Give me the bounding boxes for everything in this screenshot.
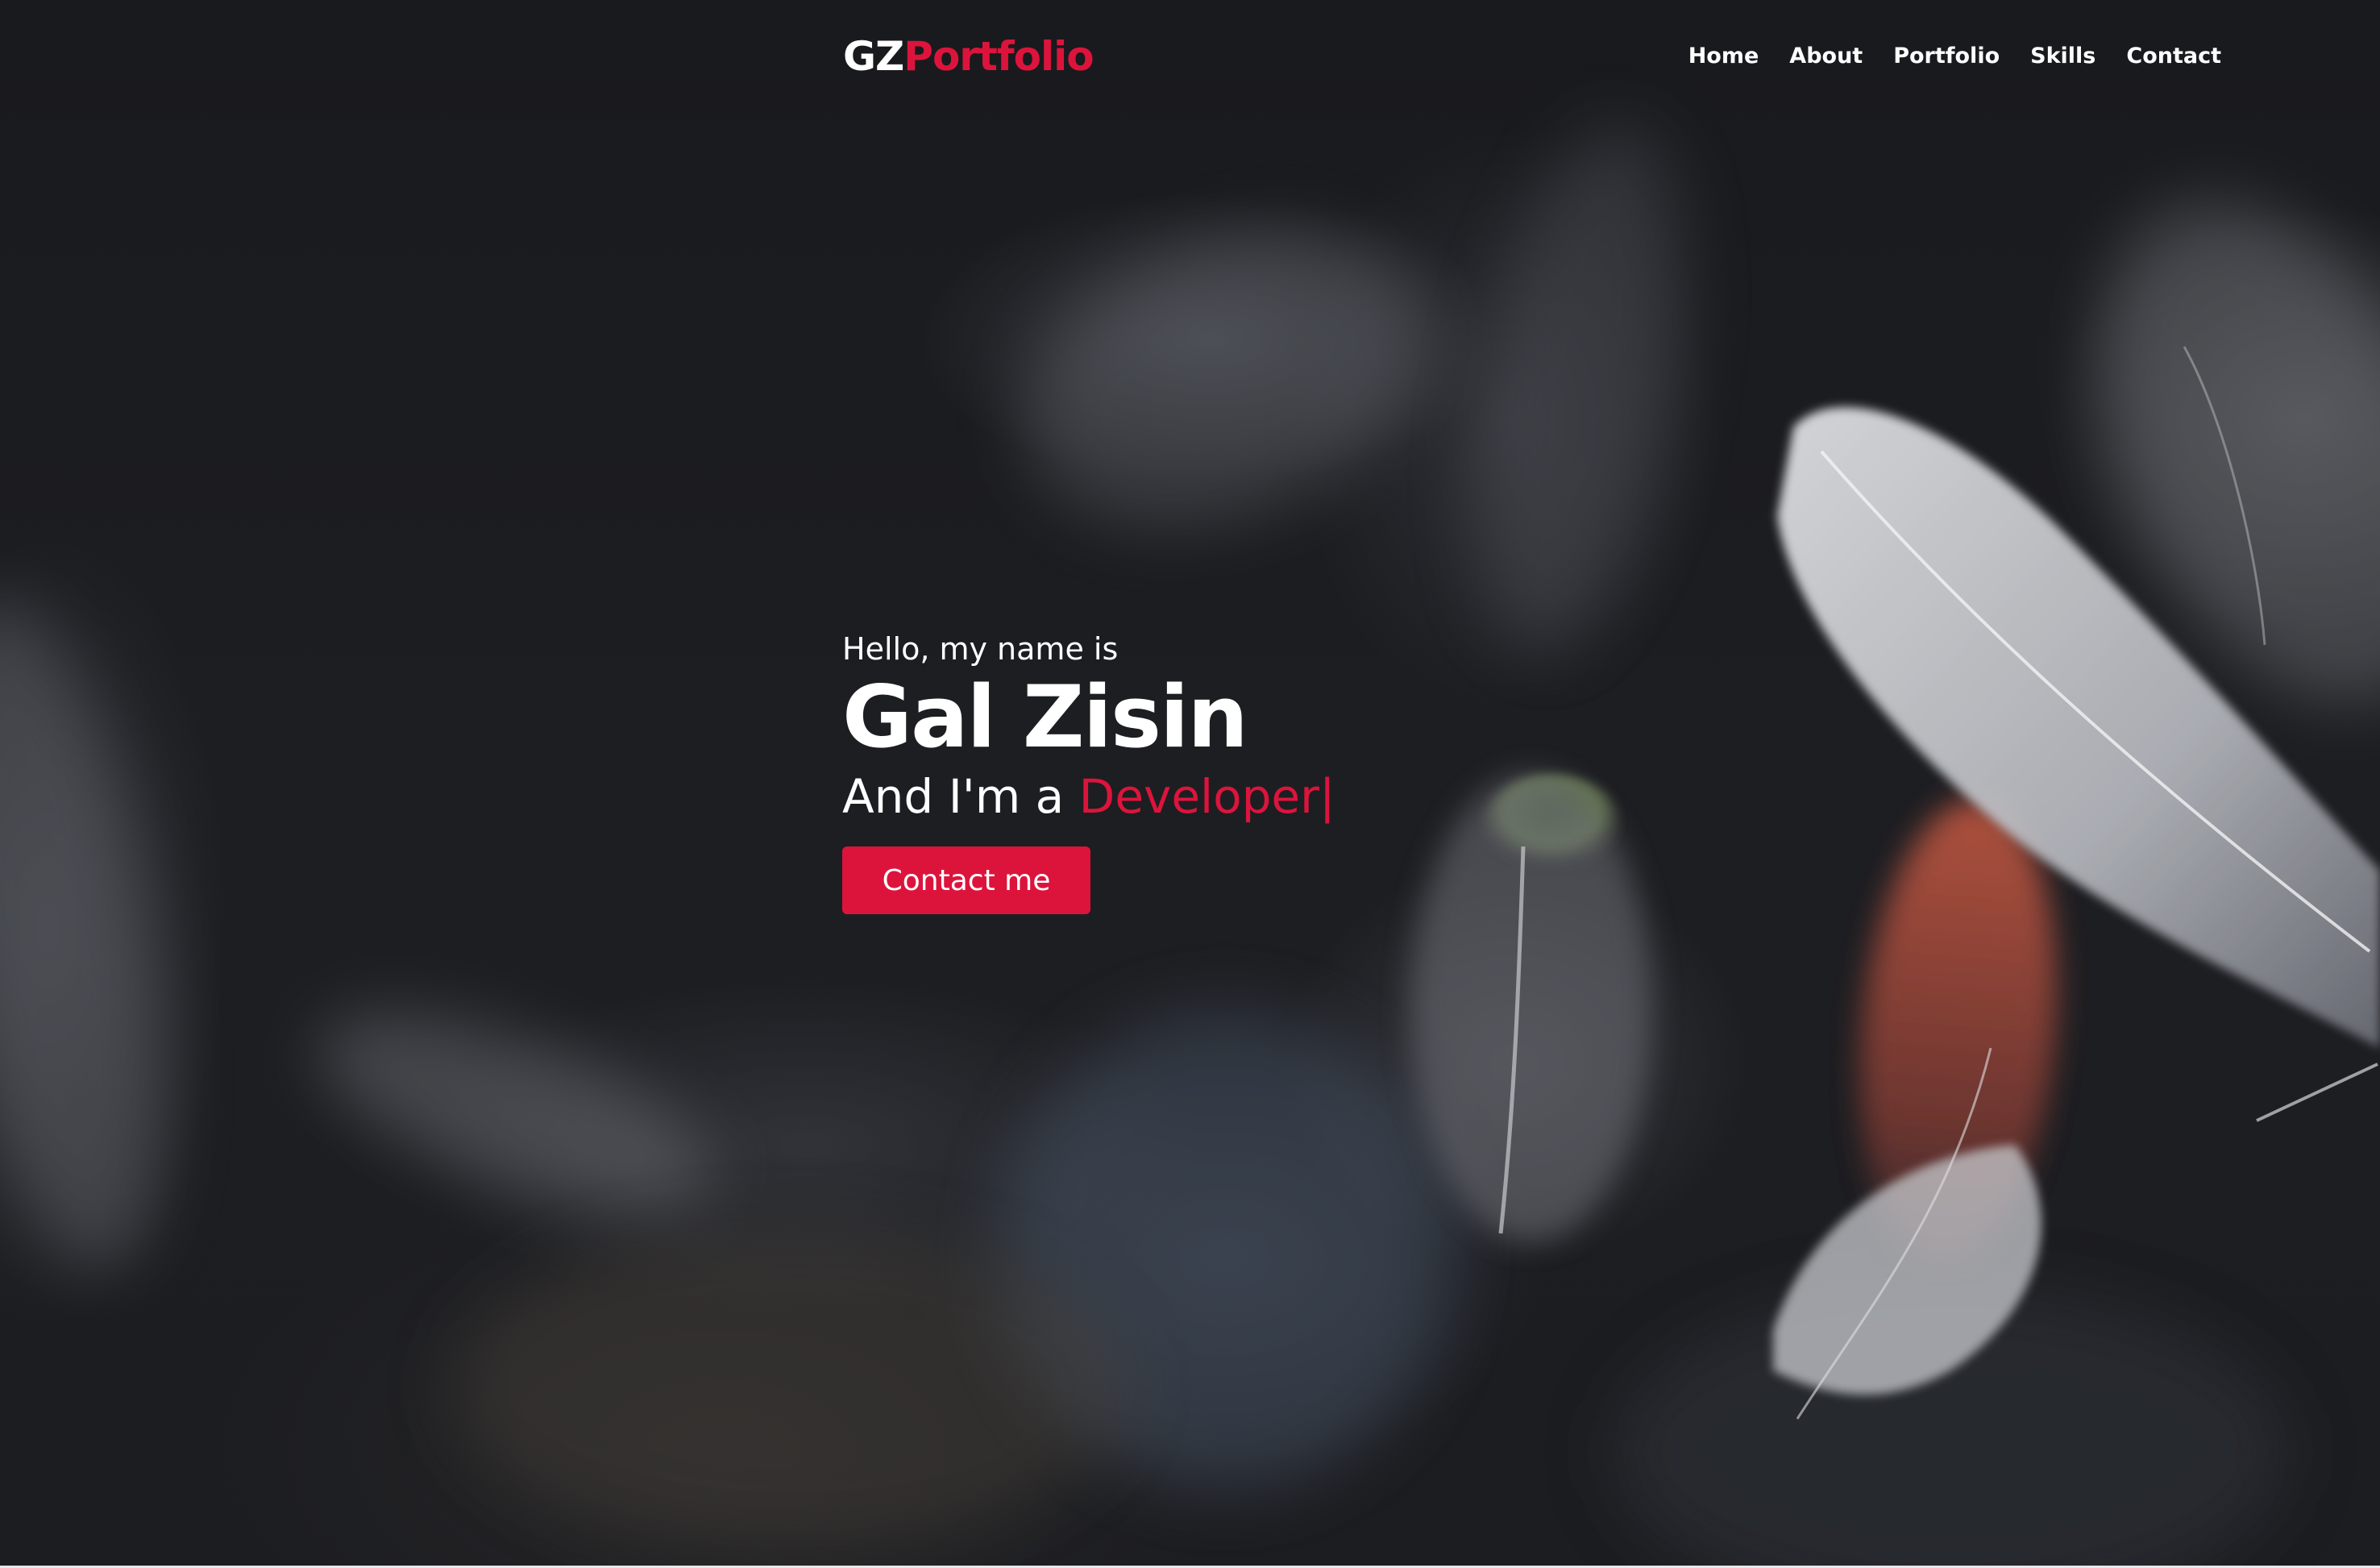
- nav-link-skills[interactable]: Skills: [2030, 42, 2095, 71]
- hero-role-typed: Developer|: [1078, 769, 1335, 824]
- logo-prefix: GZ: [843, 33, 904, 80]
- hero-name: Gal Zisin: [842, 668, 1248, 767]
- nav-link-contact[interactable]: Contact: [2126, 42, 2221, 71]
- hero-role-prefix: And I'm a: [842, 769, 1079, 824]
- contact-me-button[interactable]: Contact me: [842, 846, 1090, 914]
- nav-link-portfolio[interactable]: Portfolio: [1893, 42, 2000, 71]
- site-logo[interactable]: GZPortfolio: [843, 32, 1094, 81]
- hero-role: And I'm a Developer|: [842, 766, 1648, 827]
- hero-section: Hello, my name is Gal Zisin And I'm a De…: [842, 629, 1648, 914]
- hero-greeting: Hello, my name is: [842, 631, 1119, 667]
- nav-link-about[interactable]: About: [1789, 42, 1863, 71]
- logo-suffix: Portfolio: [903, 33, 1094, 80]
- top-navbar: GZPortfolio Home About Portfolio Skills …: [843, 26, 2221, 89]
- nav-link-home[interactable]: Home: [1688, 42, 1759, 71]
- nav-links: Home About Portfolio Skills Contact: [1688, 42, 2221, 71]
- page: GZPortfolio Home About Portfolio Skills …: [0, 0, 2380, 1568]
